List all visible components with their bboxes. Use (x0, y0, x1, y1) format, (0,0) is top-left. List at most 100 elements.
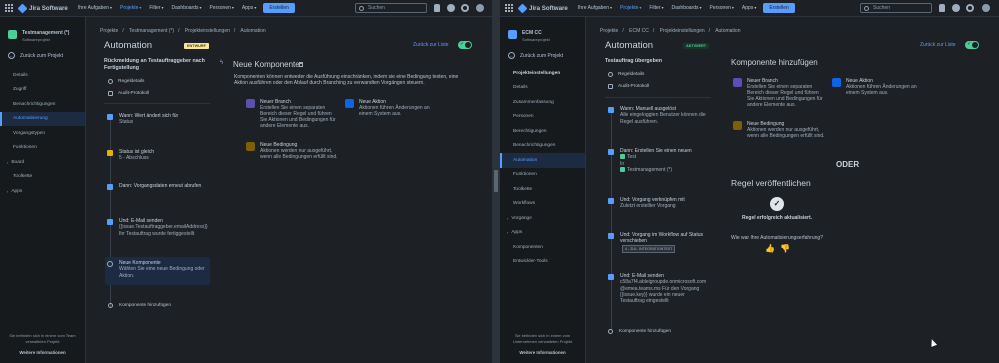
search-input[interactable]: Suchen (355, 3, 427, 13)
breadcrumb-projects[interactable]: Projekte (600, 28, 618, 34)
nav-filters[interactable]: Filter▾ (145, 5, 167, 11)
sidebar-item-features[interactable]: Funktionen (500, 168, 585, 183)
sidebar-item-notifications[interactable]: Benachrichtigungen (500, 139, 585, 154)
sidebar-item-apps[interactable]: › Apps (500, 226, 585, 241)
condition-step[interactable]: Status ist gleich 5 - Abschluss (107, 149, 207, 162)
sidebar-item-automation[interactable]: Automatisierung (0, 111, 85, 126)
nav-projects[interactable]: Projekte▾ (116, 5, 145, 11)
delete-icon[interactable] (299, 62, 303, 67)
breadcrumb-settings[interactable]: Projekteinstellungen (660, 28, 705, 34)
trigger-step[interactable]: Wann: Wert ändert sich für Status (107, 113, 207, 126)
rule-enabled-toggle[interactable]: ✓ (458, 41, 472, 49)
back-to-project-link[interactable]: ← Zurück zum Projekt (500, 48, 585, 63)
sidebar-item-access[interactable]: Zugriff (0, 83, 85, 98)
sidebar-item-details[interactable]: Details (500, 81, 585, 96)
new-branch-option[interactable]: Neuer Branch Erstellen Sie einen separate… (733, 78, 825, 108)
right-window: Jira Software Ihre Aufgaben▾ Projekte▾ F… (500, 0, 999, 363)
action-step-email[interactable]: Und: E-Mail senden c58a7f4.ableigroupde.o… (608, 273, 710, 304)
window-divider[interactable] (492, 0, 500, 363)
app-switcher-icon[interactable] (505, 3, 515, 13)
learn-more-link[interactable]: Weitere Informationen (4, 350, 81, 355)
sidebar-item-details[interactable]: Details (0, 68, 85, 83)
or-separator: ODER (836, 160, 860, 169)
nav-your-work[interactable]: Ihre Aufgaben▾ (74, 5, 116, 11)
notifications-bell-icon[interactable] (434, 4, 440, 12)
nav-apps[interactable]: Apps▾ (238, 5, 260, 11)
jira-logo[interactable]: Jira Software (17, 3, 68, 13)
sidebar-item-automation[interactable]: Automation (500, 153, 585, 168)
user-avatar[interactable] (476, 4, 484, 12)
sidebar-item-permissions[interactable]: Berechtigungen (500, 124, 585, 139)
rule-enabled-toggle[interactable]: ✓ (965, 41, 979, 49)
sidebar-item-features[interactable]: Funktionen (0, 141, 85, 156)
help-icon[interactable] (447, 4, 455, 12)
sidebar-item-workflows[interactable]: Workflows (500, 197, 585, 212)
new-action-option[interactable]: Neue Aktion Aktionen führen Änderungen an… (832, 78, 922, 96)
search-input[interactable]: Suchen (860, 3, 932, 13)
breadcrumb-project[interactable]: ECM CC (629, 28, 649, 34)
project-sidebar: Testmanagement (*) Softwareprojekt ← Zurü… (0, 17, 86, 363)
project-header[interactable]: Testmanagement (*) Softwareprojekt (0, 17, 85, 48)
jira-logo[interactable]: Jira Software (517, 3, 568, 13)
action-step-email[interactable]: Und: E-Mail senden {{issue.Testauftraggeb… (107, 218, 208, 237)
thumbs-down-icon[interactable]: 👎 (780, 244, 790, 253)
back-to-list-link[interactable]: Zurück zur Liste (413, 42, 449, 48)
publish-success-message: Regel erfolgreich aktualisiert. (742, 215, 813, 221)
learn-more-link[interactable]: Weitere Informationen (504, 350, 581, 355)
nav-apps[interactable]: Apps▾ (738, 5, 760, 11)
sidebar-item-toolchain[interactable]: Toolkette (0, 170, 85, 185)
add-component-button[interactable]: Komponente hinzufügen (108, 303, 171, 308)
new-action-option[interactable]: Neue Aktion Aktionen führen Änderungen an… (345, 99, 437, 117)
audit-log-link[interactable]: Audit-Protokoll (608, 84, 649, 89)
action-step-link-issue[interactable]: Und: Vorgang verknüpfen mit Zuletzt erste… (608, 197, 710, 210)
nav-dashboards[interactable]: Dashboards▾ (668, 5, 706, 11)
nav-filters[interactable]: Filter▾ (645, 5, 667, 11)
project-icon (620, 167, 625, 173)
sidebar-item-notifications[interactable]: Benachrichtigungen (0, 97, 85, 112)
app-switcher-icon[interactable] (5, 3, 15, 13)
new-condition-option[interactable]: Neue Bedingung Aktionen werden nur ausgef… (733, 121, 827, 139)
rule-details-link[interactable]: Regeldetails (108, 79, 144, 84)
trigger-step[interactable]: Wann: Manuell ausgelöst Alle eingeloggten… (608, 106, 710, 125)
action-step-create-issue[interactable]: Dann: Erstellen Sie einen neuen Test In … (608, 148, 710, 173)
back-to-list-link[interactable]: Zurück zur Liste (920, 42, 956, 48)
nav-your-work[interactable]: Ihre Aufgaben▾ (574, 5, 616, 11)
settings-gear-icon[interactable] (966, 4, 974, 12)
sidebar-item-people[interactable]: Personen (500, 110, 585, 125)
thumbs-up-icon[interactable]: 👍 (765, 244, 775, 253)
action-step-refetch[interactable]: Dann: Vorgangsdaten erneut abrufen (107, 183, 207, 190)
back-to-project-link[interactable]: ← Zurück zum Projekt (0, 48, 85, 63)
create-button[interactable]: Erstellen (263, 3, 295, 13)
sidebar-item-apps[interactable]: › Apps (0, 184, 85, 199)
breadcrumb-automation[interactable]: Automation (715, 28, 740, 34)
create-button[interactable]: Erstellen (763, 3, 795, 13)
help-icon[interactable] (952, 4, 960, 12)
nav-dashboards[interactable]: Dashboards▾ (168, 5, 206, 11)
resize-handle[interactable] (494, 170, 498, 192)
add-component-button[interactable]: Komponente hinzufügen (608, 329, 671, 334)
breadcrumb-automation[interactable]: Automation (240, 28, 265, 34)
user-avatar[interactable] (982, 4, 990, 12)
nav-people[interactable]: Personen▾ (206, 5, 238, 11)
sidebar-item-board[interactable]: › Board (0, 155, 85, 170)
breadcrumb-projects[interactable]: Projekte (100, 28, 118, 34)
new-condition-option[interactable]: Neue Bedingung Aktionen werden nur ausgef… (246, 142, 340, 160)
notifications-bell-icon[interactable] (939, 4, 945, 12)
sidebar-item-toolchain[interactable]: Toolkette (500, 182, 585, 197)
action-step-transition[interactable]: Und: Vorgang im Workflow auf Status vers… (608, 232, 710, 253)
audit-log-link[interactable]: Audit-Protokoll (108, 91, 149, 96)
nav-projects[interactable]: Projekte▾ (616, 5, 645, 11)
project-header[interactable]: ECM CC Softwareprojekt (500, 17, 585, 48)
sidebar-item-issues[interactable]: › Vorgänge (500, 211, 585, 226)
breadcrumb-project[interactable]: Testmanagement (*) (129, 28, 174, 34)
settings-gear-icon[interactable] (461, 4, 469, 12)
nav-people[interactable]: Personen▾ (706, 5, 738, 11)
sidebar-item-issue-types[interactable]: Vorgangstypen (0, 126, 85, 141)
new-component-step[interactable]: Neue Komponente Wählen Sie eine neue Bedi… (105, 257, 210, 285)
new-branch-option[interactable]: Neuer Branch Erstellen Sie einen separate… (246, 99, 338, 129)
sidebar-item-dev-tools[interactable]: Entwickler-Tools (500, 255, 585, 270)
sidebar-item-summary[interactable]: Zusammenfassung (500, 95, 585, 110)
sidebar-item-components[interactable]: Komponenten (500, 240, 585, 255)
rule-details-link[interactable]: Regeldetails (608, 72, 644, 77)
breadcrumb-settings[interactable]: Projekteinstellungen (185, 28, 230, 34)
